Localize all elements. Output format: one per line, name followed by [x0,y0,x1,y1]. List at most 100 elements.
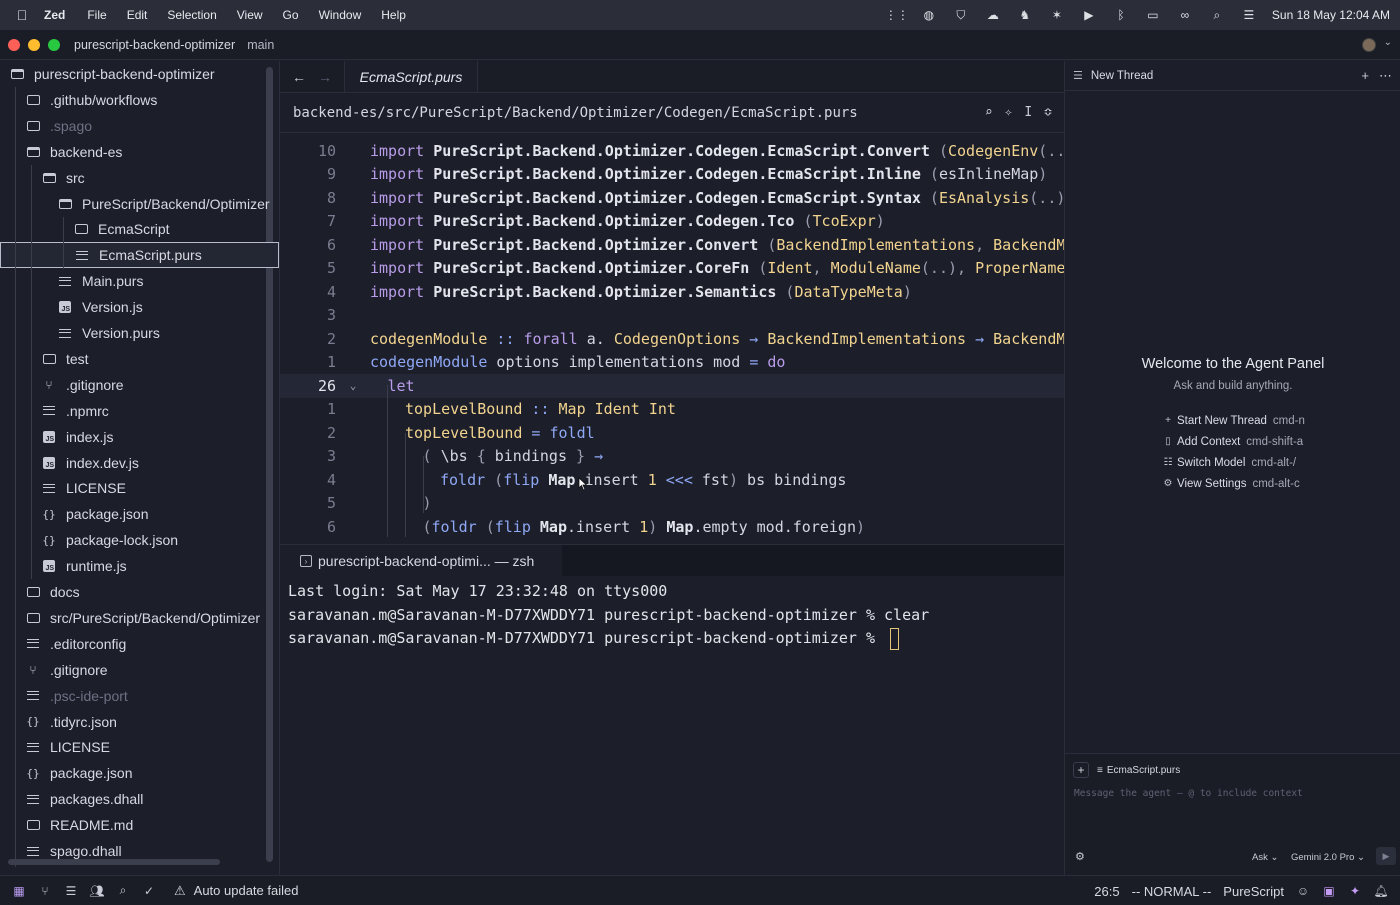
control-center-icon[interactable]: ☰ [1240,7,1258,23]
project-tree-item[interactable]: EcmaScript.purs [0,242,279,269]
chevron-down-icon[interactable]: ⌄ [1384,37,1392,48]
code-editor[interactable]: 10 import PureScript.Backend.Optimizer.Co… [280,133,1064,543]
ai-sparkle-icon[interactable]: ✦ [1348,884,1362,898]
project-tree-item[interactable]: JS runtime.js [0,553,270,579]
grid-icon[interactable]: ⋮⋮ [885,7,909,23]
project-tree-item[interactable]: purescript-backend-optimizer [0,61,270,87]
project-tree-item[interactable]: .npmrc [0,398,270,424]
project-panel-icon[interactable]: ▦ [12,884,26,898]
tab-ecmascript-purs[interactable]: EcmaScript.purs [344,61,478,92]
arrow-right-icon[interactable]: → [318,69,332,85]
project-tree-item[interactable]: README.md [0,812,270,838]
project-tree-item[interactable]: Version.purs [0,320,270,346]
cursor-position[interactable]: 26:5 [1094,884,1119,899]
elephant-icon[interactable]: ♞ [1016,7,1034,23]
add-context-button[interactable]: ▯ Add Context cmd-shift-a [1161,431,1305,452]
switch-model-button[interactable]: ☷ Switch Model cmd-alt-/ [1161,452,1305,473]
globe-icon[interactable]: ◍ [920,7,938,23]
project-tree-item[interactable]: spago.dhall [0,838,270,864]
project-tree-item[interactable]: LICENSE [0,734,270,760]
project-tree-item[interactable]: packages.dhall [0,786,270,812]
apple-icon[interactable]:  [0,7,44,23]
project-tree-item[interactable]: src/PureScript/Backend/Optimizer [0,605,270,631]
add-context-plus-button[interactable]: + [1073,762,1089,778]
project-tree-item[interactable]: test [0,346,270,372]
menu-file[interactable]: File [87,8,106,22]
view-settings-button[interactable]: ⚙ View Settings cmd-alt-c [1161,473,1305,494]
link-icon[interactable]: ∞ [1176,7,1194,23]
play-icon[interactable]: ▶ [1080,7,1098,23]
terminal-icon[interactable]: ▣ [1322,884,1336,898]
update-warning[interactable]: ⚠ Auto update failed [174,883,298,899]
project-tree-item[interactable]: .github/workflows [0,87,270,113]
branch-switcher[interactable]: main [247,38,274,52]
project-tree-item[interactable]: {} .tidyrc.json [0,709,270,735]
text-cursor-icon[interactable]: I [1024,105,1032,120]
project-tree-item[interactable]: JS Version.js [0,294,270,320]
project-tree-item[interactable]: LICENSE [0,475,270,501]
check-icon[interactable]: ✓ [142,884,156,898]
project-tree-item[interactable]: JS index.dev.js [0,450,270,476]
menu-window[interactable]: Window [319,8,362,22]
git-branch-icon[interactable]: ⑂ [38,884,52,898]
project-tree-item[interactable]: {} package-lock.json [0,527,270,553]
menu-selection[interactable]: Selection [167,8,216,22]
butterfly-icon[interactable]: ✶ [1048,7,1066,23]
bluetooth-icon[interactable]: ᛒ [1112,7,1130,23]
terminal-output[interactable]: Last login: Sat May 17 23:32:48 on ttys0… [280,576,1064,875]
more-icon[interactable]: ⋯ [1379,68,1392,84]
chevron-down-icon[interactable]: ⌄ [336,379,370,392]
shield-icon[interactable]: ⛉ [952,7,970,23]
bell-icon[interactable]: 🔔︎ [1373,884,1388,898]
creative-cloud-icon[interactable]: ☁ [984,7,1002,23]
minimize-window-button[interactable] [28,38,40,51]
project-tree-item[interactable]: .psc-ide-port [0,683,270,709]
outline-icon[interactable]: ☰ [64,884,78,898]
language-selector[interactable]: PureScript [1223,884,1284,899]
project-tree-item[interactable]: PureScript/Backend/Optimizer [0,191,270,217]
project-tree-item[interactable]: {} package.json [0,760,270,786]
breadcrumb-path[interactable]: backend-es/src/PureScript/Backend/Optimi… [293,105,858,121]
project-tree-item[interactable]: JS index.js [0,424,270,450]
gear-icon[interactable]: ⚙ [1075,850,1085,863]
project-tree-item[interactable]: backend-es [0,139,270,165]
project-tree-item[interactable]: .editorconfig [0,631,270,657]
search-icon[interactable]: ⌕ [1208,7,1226,23]
model-selector[interactable]: Gemini 2.0 Pro ⌄ [1291,852,1365,863]
sparkle-icon[interactable]: ✧ [1005,105,1013,120]
plus-icon[interactable]: + [1361,68,1369,84]
arrow-left-icon[interactable]: ← [292,69,306,85]
search-icon[interactable]: ⌕ [985,105,993,120]
thread-list-icon[interactable]: ☰ [1073,69,1083,82]
project-tree-item[interactable]: ⑂ .gitignore [0,372,270,398]
project-tree-item[interactable]: EcmaScript [0,216,270,242]
start-new-thread-button[interactable]: + Start New Thread cmd-n [1161,410,1305,431]
sliders-icon[interactable]: ≎ [1044,105,1052,120]
close-window-button[interactable] [8,38,20,51]
battery-icon[interactable]: ▭ [1144,7,1162,23]
menu-view[interactable]: View [237,8,263,22]
project-tree-item[interactable]: .spago [0,113,270,139]
project-tree-item[interactable]: ⑂ .gitignore [0,657,270,683]
menu-app[interactable]: Zed [44,8,65,22]
menu-help[interactable]: Help [381,8,406,22]
terminal-tab[interactable]: › purescript-backend-optimi... — zsh [280,545,562,577]
collab-icon[interactable]: 👥︎ [89,884,104,898]
project-tree-item[interactable]: Main.purs [0,268,270,294]
send-button[interactable]: ▶ [1376,847,1396,865]
maximize-window-button[interactable] [48,38,60,51]
menubar-datetime[interactable]: Sun 18 May 12:04 AM [1272,8,1390,22]
project-switcher[interactable]: purescript-backend-optimizer [74,38,235,52]
mode-selector[interactable]: Ask ⌄ [1252,852,1278,863]
search-icon[interactable]: ⌕ [116,883,130,898]
user-avatar[interactable] [1362,38,1376,52]
message-input[interactable]: Message the agent – @ to include context [1074,788,1303,799]
project-tree-item[interactable]: docs [0,579,270,605]
line-number: 3 [326,306,336,325]
project-tree-item[interactable]: {} package.json [0,501,270,527]
context-chip[interactable]: ≡ EcmaScript.purs [1097,765,1180,776]
menu-go[interactable]: Go [283,8,299,22]
copilot-icon[interactable]: ☺ [1296,884,1310,898]
project-tree-item[interactable]: src [0,165,270,191]
menu-edit[interactable]: Edit [127,8,148,22]
